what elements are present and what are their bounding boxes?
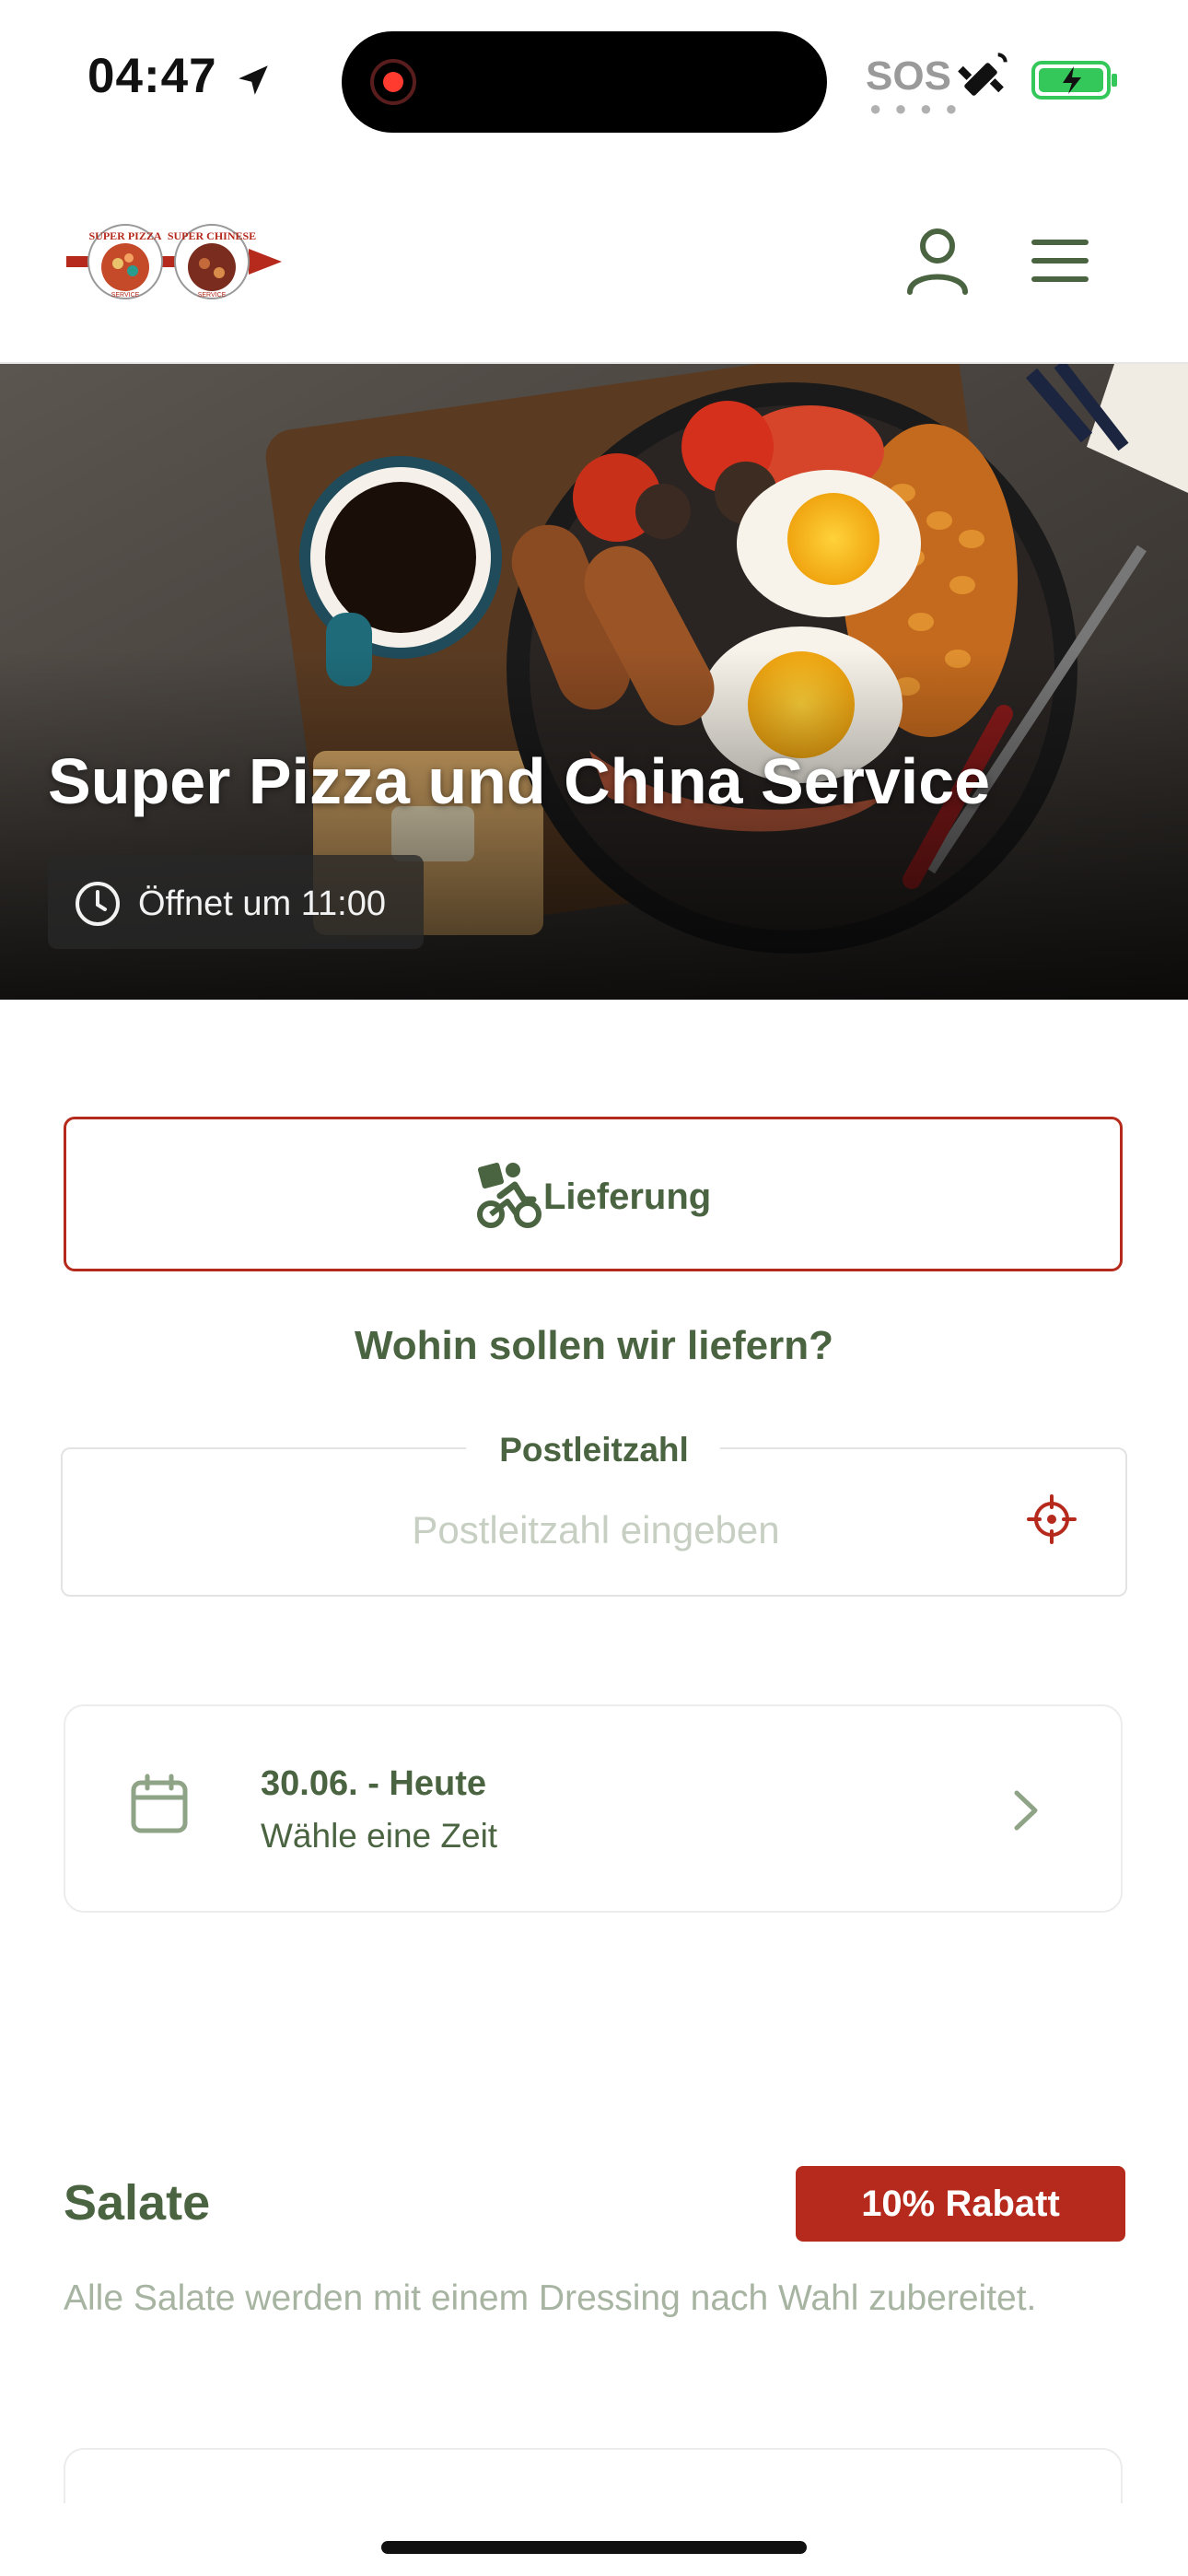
delivery-mode-label: Lieferung [543, 1177, 712, 1217]
home-indicator[interactable] [381, 2541, 807, 2554]
postal-code-input[interactable] [111, 1502, 1081, 1559]
menu-icon[interactable] [1030, 238, 1090, 284]
chevron-right-icon [1014, 1790, 1038, 1831]
opening-hours-text: Öffnet um 11:00 [138, 884, 386, 923]
discount-badge: 10% Rabatt [796, 2166, 1125, 2242]
delivery-date: 30.06. - Heute [261, 1764, 486, 1803]
clock-icon [76, 882, 120, 926]
logo-right-sub: SERVICE [198, 292, 227, 299]
battery-charging-icon [1031, 61, 1117, 100]
user-icon[interactable] [901, 224, 974, 298]
restaurant-logo[interactable]: SUPER PIZZA SUPER CHINESE SERVICE SERVIC… [64, 219, 285, 311]
recording-indicator-icon [370, 59, 416, 105]
postal-code-label: Postleitzahl [499, 1431, 689, 1469]
satellite-icon [958, 53, 1007, 96]
delivery-question: Wohin sollen wir liefern? [355, 1323, 833, 1368]
logo-left-sub: SERVICE [111, 292, 140, 299]
logo-left-text: SUPER PIZZA [88, 229, 161, 242]
choose-time-label: Wähle eine Zeit [261, 1817, 498, 1855]
status-time: 04:47 [87, 49, 217, 103]
category-description: Alle Salate werden mit einem Dressing na… [64, 2278, 1037, 2318]
location-arrow-icon [239, 65, 268, 95]
restaurant-name: Super Pizza und China Service [48, 745, 991, 817]
category-title: Salate [64, 2175, 211, 2231]
locate-me-icon[interactable] [1027, 1494, 1077, 1544]
delivery-bike-icon [477, 1162, 542, 1228]
signal-dots: ● ● ● ● [869, 97, 961, 120]
menu-item-card[interactable] [64, 2448, 1123, 2503]
sos-label: SOS [866, 53, 951, 99]
logo-right-text: SUPER CHINESE [168, 229, 256, 242]
delivery-time-selector[interactable] [64, 1704, 1123, 1913]
calendar-icon [131, 1774, 188, 1833]
